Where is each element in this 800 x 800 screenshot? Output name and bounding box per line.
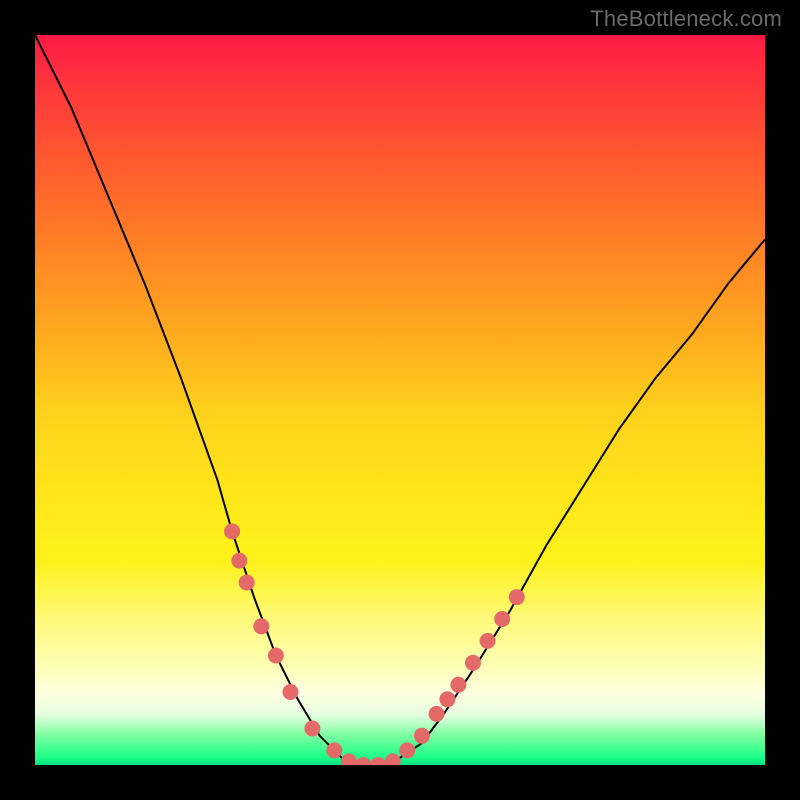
curve-marker <box>326 742 342 758</box>
chart-frame: TheBottleneck.com <box>0 0 800 800</box>
chart-svg <box>35 35 765 765</box>
curve-marker <box>494 611 510 627</box>
curve-marker <box>356 757 372 765</box>
curve-marker <box>304 721 320 737</box>
curve-marker <box>224 523 240 539</box>
curve-marker <box>465 655 481 671</box>
curve-marker <box>414 728 430 744</box>
curve-marker <box>239 575 255 591</box>
plot-area <box>35 35 765 765</box>
curve-marker <box>480 633 496 649</box>
curve-marker <box>231 553 247 569</box>
bottleneck-curve <box>35 35 765 765</box>
watermark-text: TheBottleneck.com <box>590 6 782 32</box>
curve-marker <box>370 757 386 765</box>
curve-marker <box>450 677 466 693</box>
curve-marker <box>385 753 401 765</box>
curve-marker <box>341 753 357 765</box>
curve-marker <box>268 648 284 664</box>
marker-layer <box>224 523 525 765</box>
curve-marker <box>509 589 525 605</box>
curve-marker <box>399 742 415 758</box>
curve-marker <box>429 706 445 722</box>
curve-marker <box>439 691 455 707</box>
curve-marker <box>283 684 299 700</box>
curve-marker <box>253 618 269 634</box>
